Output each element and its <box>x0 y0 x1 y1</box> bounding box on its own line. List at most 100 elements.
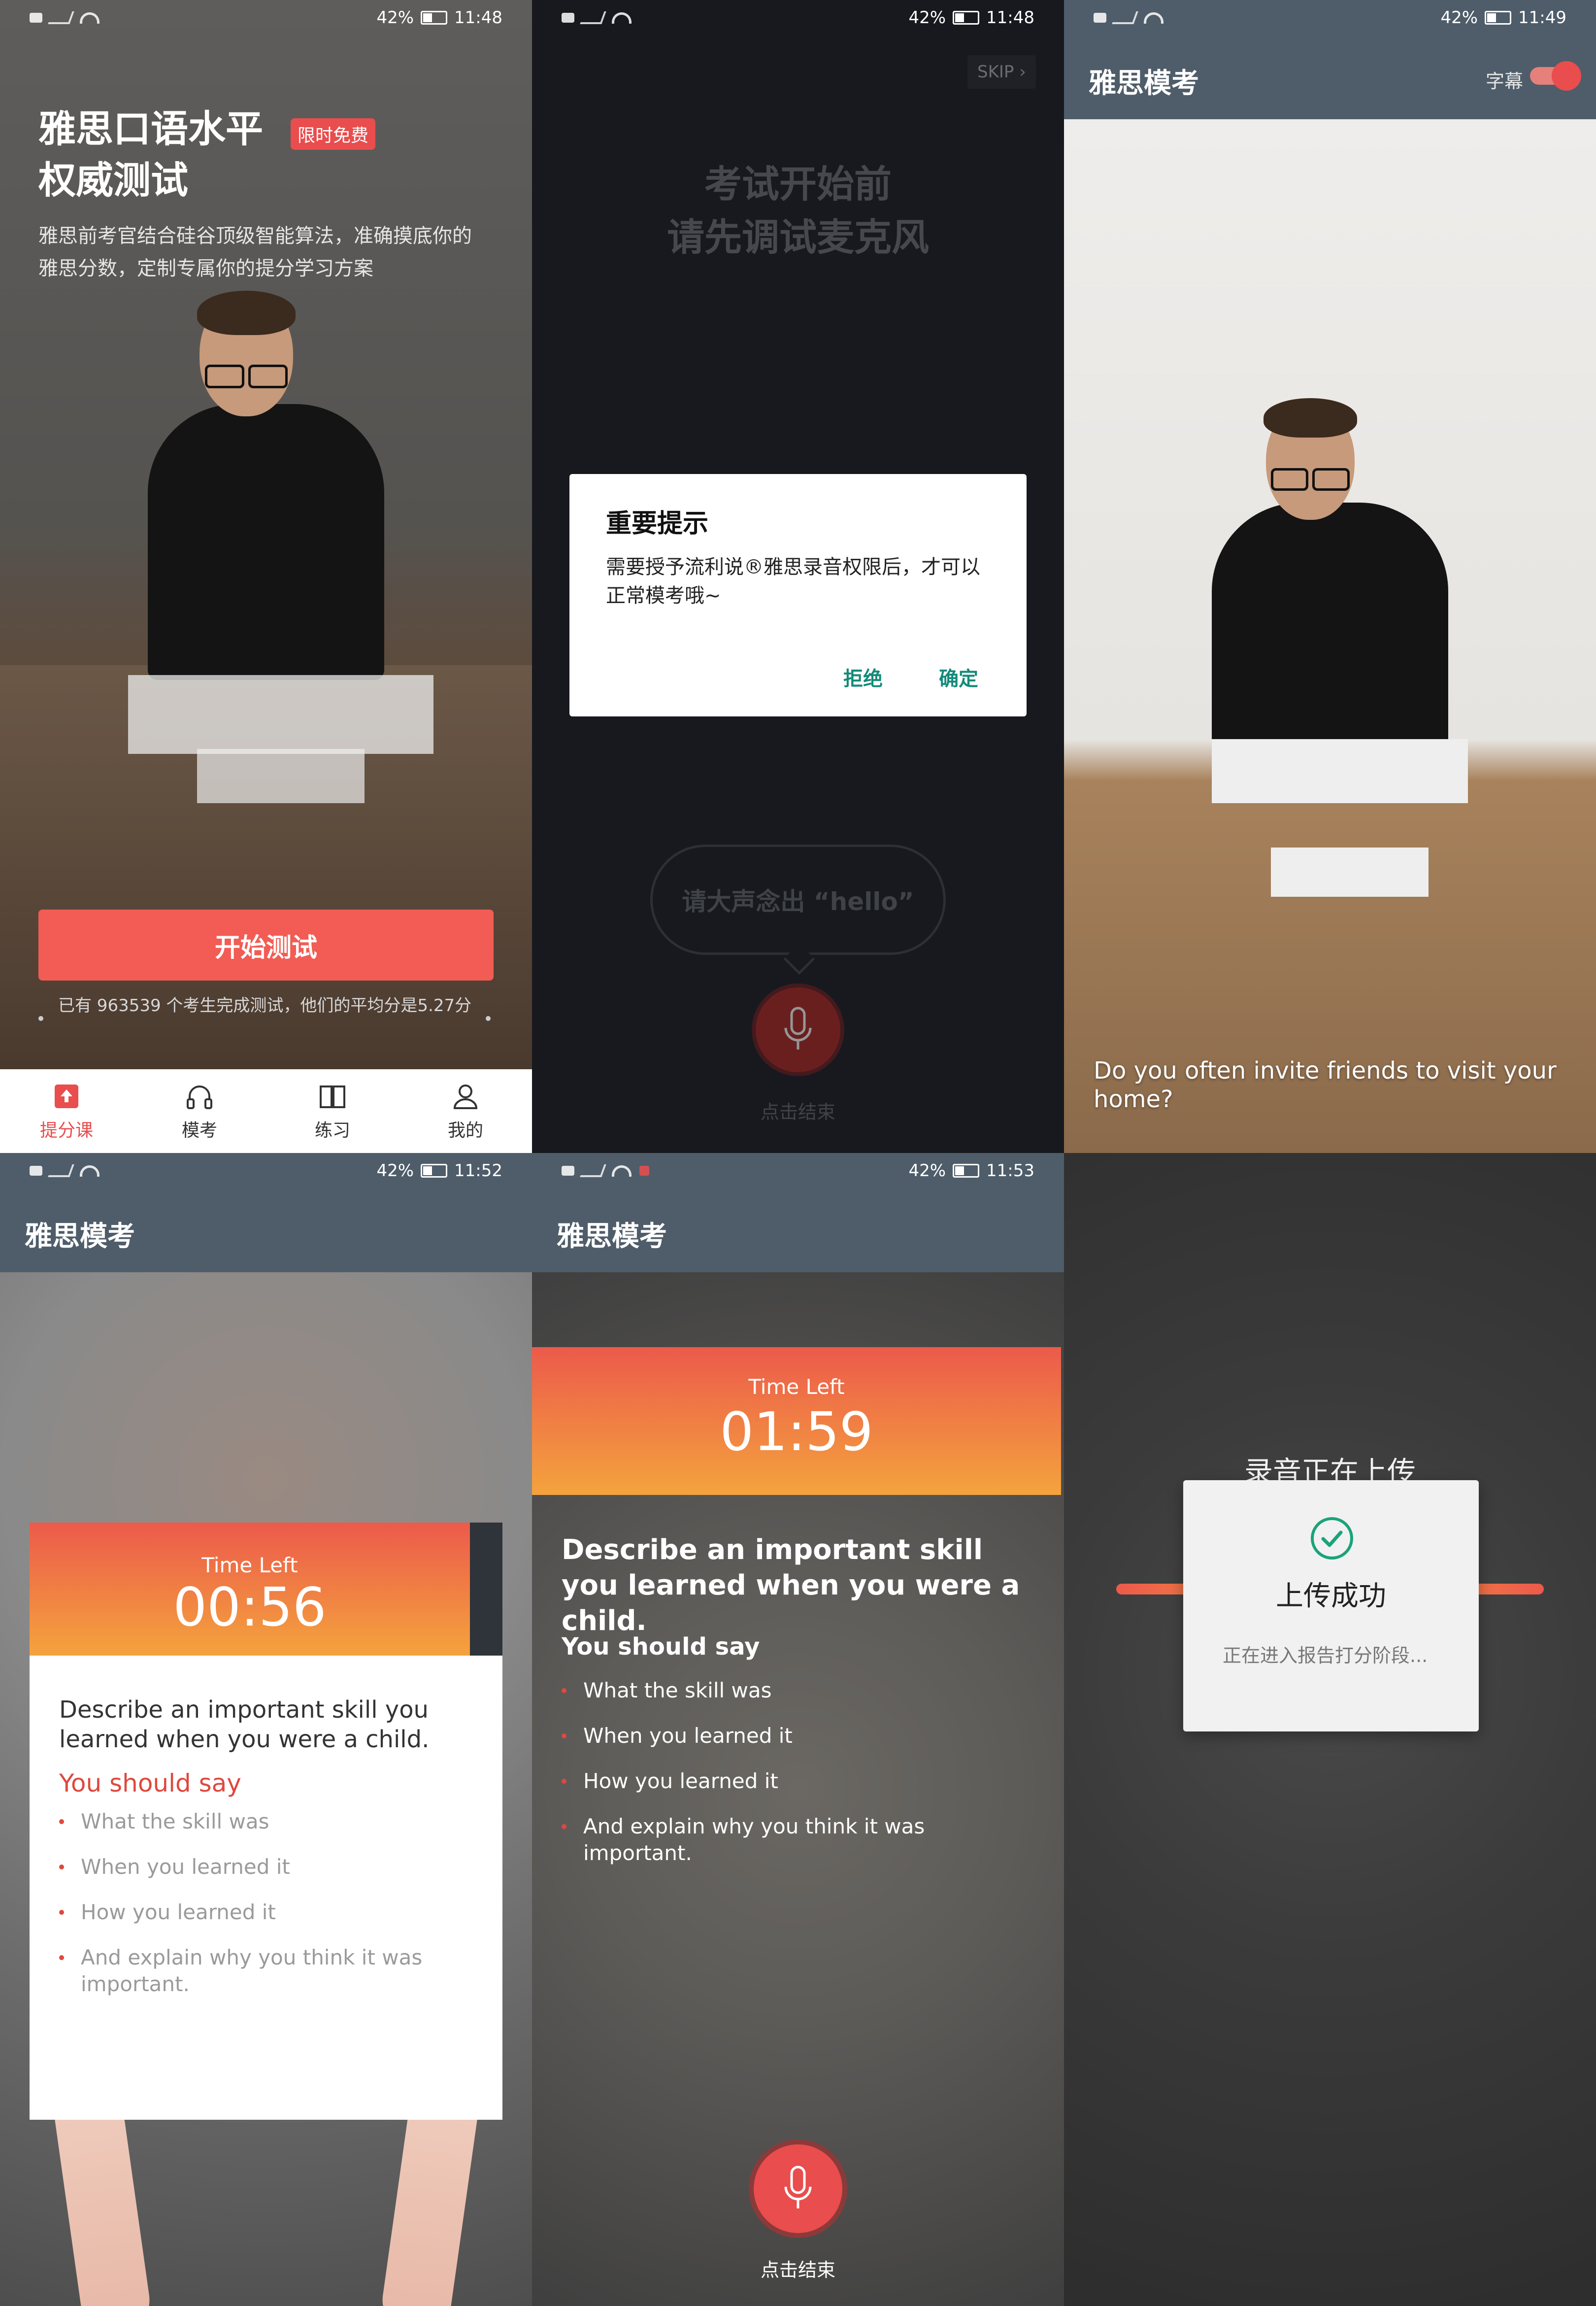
upload-success-title: 上传成功 <box>1276 1580 1386 1612</box>
list-item: What the skill was <box>562 1677 1034 1704</box>
signal-icon <box>580 1164 606 1177</box>
answering-screen: 42% 11:53 雅思模考 Time Left 01:59 Describe a… <box>532 1153 1064 2306</box>
wifi-icon <box>80 1165 100 1177</box>
time-left-value: 00:56 <box>173 1577 327 1638</box>
should-say-heading: You should say <box>59 1769 241 1797</box>
upload-success-dialog: 上传成功 正在进入报告打分阶段... <box>1183 1480 1479 1731</box>
wifi-icon <box>80 12 100 24</box>
tab-mock-exam[interactable]: 模考 <box>133 1069 266 1153</box>
hd-icon <box>1094 13 1106 23</box>
time-left-label: Time Left <box>748 1375 845 1399</box>
list-item: And explain why you think it was importa… <box>562 1813 1034 1866</box>
permission-dialog: 重要提示 需要授予流利说®雅思录音权限后，才可以正常模考哦~ 拒绝 确定 <box>569 474 1027 716</box>
tab-practice[interactable]: 练习 <box>266 1069 399 1153</box>
cue-card-topic: Describe an important skill you learned … <box>562 1534 1020 1637</box>
hd-icon <box>562 13 574 23</box>
tab-label: 练习 <box>314 1120 350 1141</box>
cue-card-topic: Describe an important skill you learned … <box>59 1696 430 1753</box>
title-line-1: 雅思口语水平 <box>38 107 263 151</box>
signal-icon <box>580 11 606 24</box>
bottom-tab-bar: 提分课 模考 练习 我的 <box>0 1069 532 1153</box>
status-bar: 42% 11:48 <box>0 0 532 35</box>
clock: 11:53 <box>986 1161 1034 1181</box>
wifi-icon <box>612 12 632 24</box>
stats-note: 已有 963539 个考生完成测试，他们的平均分是5.27分 <box>58 996 472 1016</box>
cue-points-list: What the skill was When you learned it H… <box>59 1808 473 2016</box>
title-line-2: 权威测试 <box>38 158 188 202</box>
start-test-button[interactable]: 开始测试 <box>38 910 494 981</box>
person-hair <box>197 291 296 335</box>
video-caption: Do you often invite friends to visit you… <box>1094 1057 1557 1113</box>
cue-points-list: What the skill was When you learned it H… <box>562 1677 1034 1885</box>
battery-percent: 42% <box>1440 8 1478 28</box>
tab-label: 模考 <box>181 1120 217 1141</box>
battery-icon <box>421 11 448 25</box>
dialog-title: 重要提示 <box>606 509 709 539</box>
paper-sheet <box>128 675 433 754</box>
refuse-button[interactable]: 拒绝 <box>840 662 886 692</box>
list-item: When you learned it <box>562 1723 1034 1749</box>
paper-sheet <box>1212 739 1468 803</box>
status-bar: 42% 11:53 <box>532 1153 1064 1188</box>
cue-card-screen: 42% 11:52 雅思模考 Time Left 00:56 Describe a… <box>0 1153 532 2306</box>
battery-percent: 42% <box>376 1161 414 1181</box>
upload-icon <box>55 1085 78 1108</box>
book-icon <box>320 1085 345 1108</box>
battery-percent: 42% <box>908 8 946 28</box>
list-item: How you learned it <box>59 1899 473 1926</box>
app-title: 雅思模考 <box>557 1221 667 1253</box>
upload-screen: 录音正在上传 请……传 上传成功 正在进入报告打分阶段... <box>1064 1153 1596 2306</box>
page-title: 雅思口语水平 权威测试 <box>38 103 263 206</box>
mic-check-screen: 42% 11:48 SKIP › 考试开始前 请先调试麦克风 请大声念出 “hel… <box>532 0 1064 1153</box>
paper-sheet-small <box>197 749 365 803</box>
glasses-right <box>248 365 288 388</box>
list-item: And explain why you think it was importa… <box>59 1944 473 1998</box>
wifi-icon <box>612 1165 632 1177</box>
clock: 11:52 <box>454 1161 502 1181</box>
app-bar: 雅思模考 <box>0 1188 532 1272</box>
timer-header: Time Left 00:56 <box>30 1523 470 1656</box>
record-mic-button[interactable] <box>749 2139 847 2238</box>
person-body <box>1212 503 1448 779</box>
toggle-knob <box>1552 61 1581 91</box>
signal-icon <box>1112 11 1138 24</box>
tab-mine[interactable]: 我的 <box>399 1069 532 1153</box>
tab-score-course[interactable]: 提分课 <box>0 1069 133 1153</box>
dialog-message: 需要授予流利说®雅思录音权限后，才可以正常模考哦~ <box>606 556 980 607</box>
list-item: When you learned it <box>59 1854 473 1880</box>
battery-icon <box>953 11 980 25</box>
time-left-value: 01:59 <box>720 1401 873 1463</box>
check-circle-icon <box>1311 1517 1353 1560</box>
mic-label: 点击结束 <box>760 2259 835 2281</box>
battery-percent: 42% <box>376 8 414 28</box>
card-side-strip <box>470 1523 502 1656</box>
headphones-icon <box>187 1085 212 1109</box>
carousel-dot-left <box>38 1016 43 1021</box>
glasses-right <box>1312 468 1350 491</box>
free-badge: 限时免费 <box>291 118 376 150</box>
time-left-label: Time Left <box>201 1553 298 1577</box>
upload-success-message: 正在进入报告打分阶段... <box>1223 1645 1428 1666</box>
cue-card: Time Left 00:56 Describe an important sk… <box>30 1523 502 2120</box>
screenshot-grid: 42% 11:48 雅思口语水平 权威测试 限时免费 雅思前考官结合硅谷顶级智能算… <box>0 0 1596 2306</box>
microphone-icon <box>784 2166 812 2208</box>
subtitle-toggle[interactable] <box>1530 59 1581 91</box>
wifi-icon <box>1144 12 1164 24</box>
signal-icon <box>48 1164 74 1177</box>
app-bar: 雅思模考 <box>532 1188 1064 1272</box>
glasses-left <box>205 365 244 388</box>
video-question-screen: 42% 11:49 雅思模考 字幕 Do you often invite fri… <box>1064 0 1596 1153</box>
hd-icon <box>562 1166 574 1176</box>
user-icon <box>453 1085 478 1109</box>
timer-header: Time Left 01:59 <box>532 1347 1061 1495</box>
clock: 11:48 <box>986 8 1034 28</box>
status-bar: 42% 11:52 <box>0 1153 532 1188</box>
tab-label: 提分课 <box>39 1120 93 1141</box>
battery-percent: 42% <box>908 1161 946 1181</box>
tab-label: 我的 <box>447 1120 483 1141</box>
confirm-button[interactable]: 确定 <box>936 662 981 692</box>
battery-icon <box>953 1164 980 1178</box>
battery-icon <box>421 1164 448 1178</box>
subtitle-toggle-label: 字幕 <box>1486 70 1524 92</box>
home-screen: 42% 11:48 雅思口语水平 权威测试 限时免费 雅思前考官结合硅谷顶级智能算… <box>0 0 532 1153</box>
